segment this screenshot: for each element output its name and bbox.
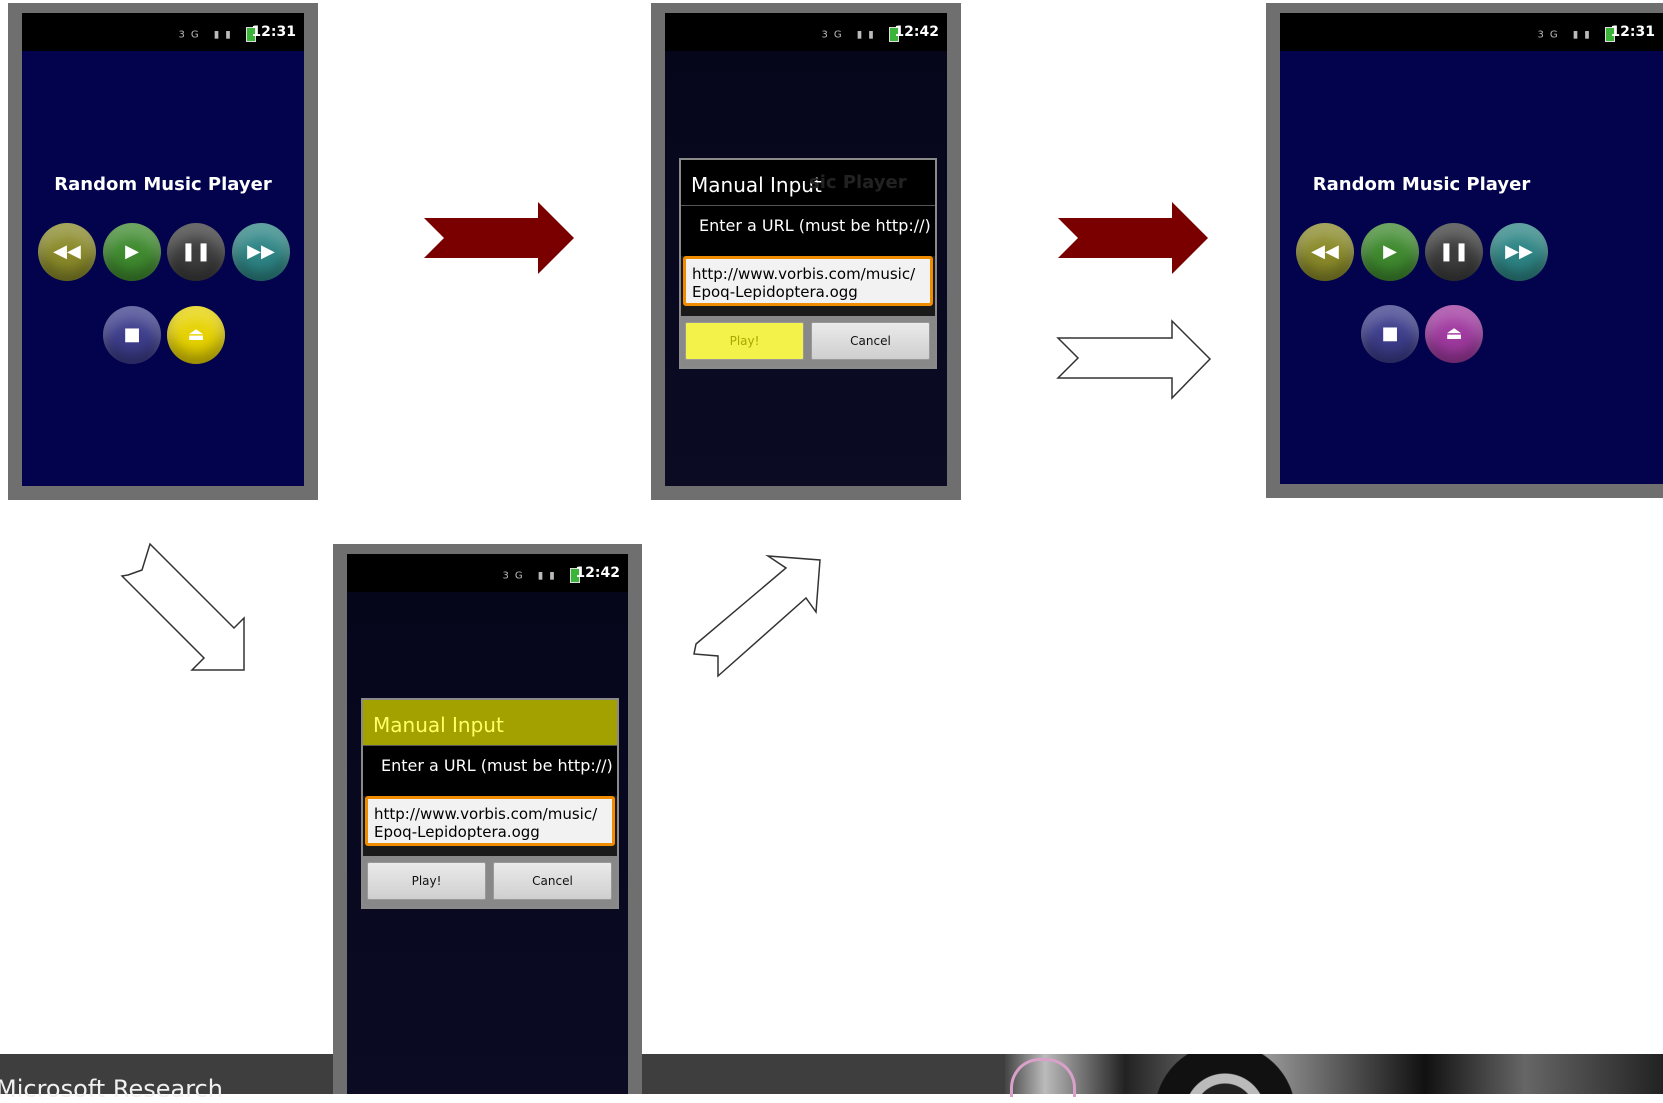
phone-final: 3G ▮▮ 12:31 Random Music Player ◀◀ ▶ ❚❚ … [1266, 3, 1663, 498]
status-bar: 3G ▮▮ 12:31 [1280, 13, 1663, 51]
status-time: 12:42 [575, 565, 620, 581]
play-button[interactable]: Play! [367, 862, 486, 900]
status-time: 12:31 [1610, 24, 1655, 40]
fast-forward-button[interactable]: ▶▶ [1490, 223, 1548, 281]
url-line-2: Epoq-Lepidoptera.ogg [374, 823, 540, 841]
rewind-icon: ◀◀ [1311, 241, 1339, 262]
status-time: 12:31 [251, 24, 296, 40]
red-arrow-right-icon [424, 202, 574, 274]
url-line-1: http://www.vorbis.com/music/ [374, 805, 598, 823]
stop-icon: ■ [123, 324, 141, 345]
dialog-button-bar: Play! Cancel [363, 856, 617, 907]
dialog-title[interactable]: Manual Input [363, 700, 617, 746]
cancel-button[interactable]: Cancel [493, 862, 612, 900]
outline-arrow-down-right-icon [120, 542, 245, 671]
red-arrow-right-icon [1058, 202, 1208, 274]
stop-button[interactable]: ■ [103, 306, 161, 364]
dialog-screen: 3G ▮▮ 12:42 Manual Input sic Player Ente… [665, 13, 947, 486]
url-input[interactable]: http://www.vorbis.com/music/ Epoq-Lepido… [683, 256, 933, 306]
status-bar: 3G ▮▮ 12:42 [347, 554, 628, 592]
play-button[interactable]: Play! [685, 322, 804, 360]
dialog-button-bar: Play! Cancel [681, 316, 935, 367]
outline-arrow-right-icon [1056, 319, 1212, 400]
pause-icon: ❚❚ [180, 241, 212, 262]
dialog-title-text: Manual Input [691, 173, 822, 197]
player-screen: 3G ▮▮ 12:31 Random Music Player ◀◀ ▶ ❚❚ … [1280, 13, 1663, 484]
eject-icon: ⏏ [187, 324, 205, 345]
app-title: Random Music Player [1312, 174, 1531, 195]
eject-icon: ⏏ [1445, 323, 1463, 344]
phone-initial: 3G ▮▮ 12:31 Random Music Player ◀◀ ▶ ❚❚ … [8, 3, 318, 500]
play-button[interactable]: ▶ [1361, 223, 1419, 281]
status-bar: 3G ▮▮ 12:42 [665, 13, 947, 51]
outline-arrow-up-right-icon [693, 555, 821, 678]
status-time: 12:42 [894, 24, 939, 40]
cancel-button[interactable]: Cancel [811, 322, 930, 360]
fast-forward-icon: ▶▶ [1505, 241, 1533, 262]
url-line-1: http://www.vorbis.com/music/ [692, 265, 916, 283]
pause-button[interactable]: ❚❚ [1425, 223, 1483, 281]
dialog-message: Enter a URL (must be http://) [363, 746, 617, 796]
background-title: sic Player [809, 172, 907, 193]
signal-icon: 3G ▮▮ [1538, 27, 1615, 42]
eject-button[interactable]: ⏏ [1425, 305, 1483, 363]
eject-button[interactable]: ⏏ [167, 306, 225, 364]
phone-dialog-play: 3G ▮▮ 12:42 Manual Input sic Player Ente… [651, 3, 961, 500]
fast-forward-button[interactable]: ▶▶ [232, 223, 290, 281]
signal-icon: 3G ▮▮ [822, 27, 899, 42]
fast-forward-icon: ▶▶ [247, 241, 275, 262]
rewind-icon: ◀◀ [53, 241, 81, 262]
stop-icon: ■ [1381, 323, 1399, 344]
footer-decorative-image [1005, 1054, 1663, 1094]
app-title: Random Music Player [54, 174, 272, 195]
pause-icon: ❚❚ [1438, 241, 1470, 262]
pause-button[interactable]: ❚❚ [167, 223, 225, 281]
play-icon: ▶ [125, 241, 139, 262]
phone-dialog-title: 3G ▮▮ 12:42 Manual Input Enter a URL (mu… [333, 544, 642, 1094]
status-bar: 3G ▮▮ 12:31 [22, 13, 304, 51]
url-input[interactable]: http://www.vorbis.com/music/ Epoq-Lepido… [365, 796, 615, 846]
stop-button[interactable]: ■ [1361, 305, 1419, 363]
play-button[interactable]: ▶ [103, 223, 161, 281]
manual-input-dialog: Manual Input Enter a URL (must be http:/… [361, 698, 619, 909]
rewind-button[interactable]: ◀◀ [1296, 223, 1354, 281]
player-screen: 3G ▮▮ 12:31 Random Music Player ◀◀ ▶ ❚❚ … [22, 13, 304, 486]
manual-input-dialog: Manual Input sic Player Enter a URL (mus… [679, 158, 937, 369]
play-icon: ▶ [1383, 241, 1397, 262]
signal-icon: 3G ▮▮ [179, 27, 256, 42]
footer-brand: Microsoft Research [0, 1075, 223, 1103]
url-line-2: Epoq-Lepidoptera.ogg [692, 283, 858, 301]
dialog-message: Enter a URL (must be http://) [681, 206, 935, 256]
dialog-title-text: Manual Input [373, 713, 504, 737]
rewind-button[interactable]: ◀◀ [38, 223, 96, 281]
dialog-screen: 3G ▮▮ 12:42 Manual Input Enter a URL (mu… [347, 554, 628, 1094]
signal-icon: 3G ▮▮ [503, 568, 580, 583]
